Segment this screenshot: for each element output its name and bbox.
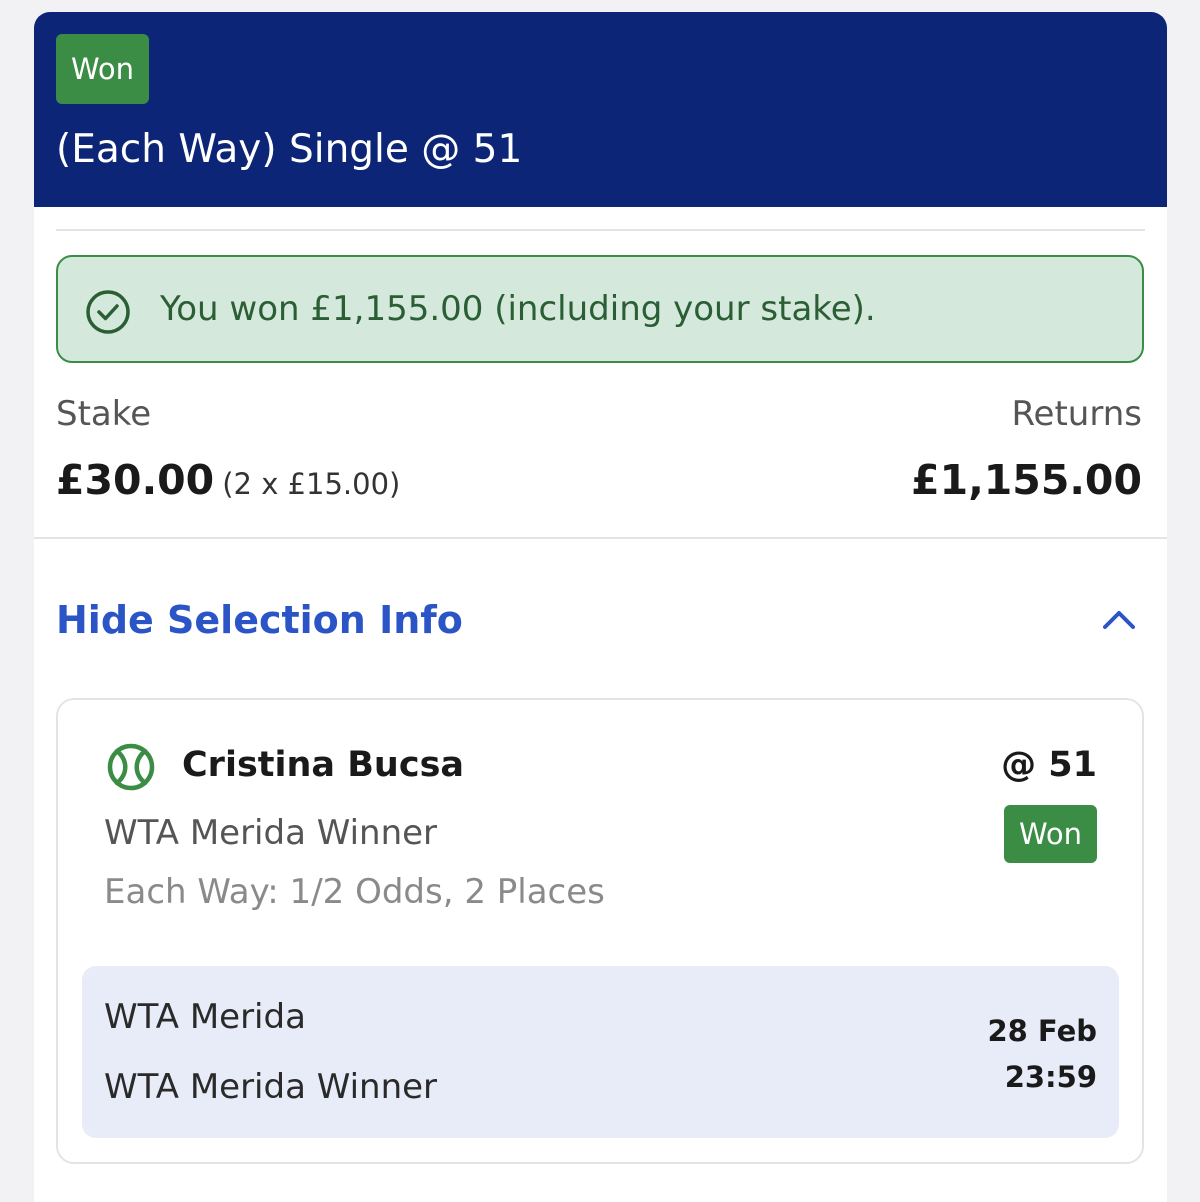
selection-market: WTA Merida Winner xyxy=(104,813,438,853)
selection-card: Cristina Bucsa @ 51 WTA Merida Winner Wo… xyxy=(56,698,1144,1164)
event-time: 23:59 xyxy=(1004,1060,1097,1094)
bet-header: Won (Each Way) Single @ 51 xyxy=(34,12,1167,207)
hide-selection-info-label[interactable]: Hide Selection Info xyxy=(56,592,463,648)
returns-label: Returns xyxy=(1011,394,1142,434)
event-name: WTA Merida xyxy=(104,997,306,1037)
result-banner: You won £1,155.00 (including your stake)… xyxy=(56,255,1144,363)
won-status-badge: Won xyxy=(56,34,149,104)
event-info-panel: WTA Merida WTA Merida Winner 28 Feb 23:5… xyxy=(82,966,1119,1138)
tennis-ball-icon xyxy=(107,743,155,791)
selection-won-badge: Won xyxy=(1004,805,1097,863)
divider xyxy=(56,229,1145,231)
bet-title: (Each Way) Single @ 51 xyxy=(56,127,523,172)
stake-value: £30.00 xyxy=(56,456,215,504)
event-market: WTA Merida Winner xyxy=(104,1067,438,1107)
stake-label: Stake xyxy=(56,394,152,434)
selection-odds: @ 51 xyxy=(1001,745,1097,785)
stake-breakdown: (2 x £15.00) xyxy=(222,467,401,501)
each-way-terms: Each Way: 1/2 Odds, 2 Places xyxy=(104,872,605,912)
bet-card: Won (Each Way) Single @ 51 You won £1,15… xyxy=(34,12,1167,1202)
event-date: 28 Feb xyxy=(987,1014,1097,1048)
selection-name: Cristina Bucsa xyxy=(182,745,465,785)
check-circle-icon xyxy=(86,290,130,334)
hide-selection-info-toggle[interactable]: Hide Selection Info xyxy=(34,582,1167,657)
stake-value-row: £30.00 (2 x £15.00) xyxy=(56,452,400,512)
result-banner-text: You won £1,155.00 (including your stake)… xyxy=(160,289,876,329)
section-divider xyxy=(34,537,1167,539)
returns-value: £1,155.00 xyxy=(911,456,1142,504)
chevron-up-icon[interactable] xyxy=(1101,606,1137,632)
